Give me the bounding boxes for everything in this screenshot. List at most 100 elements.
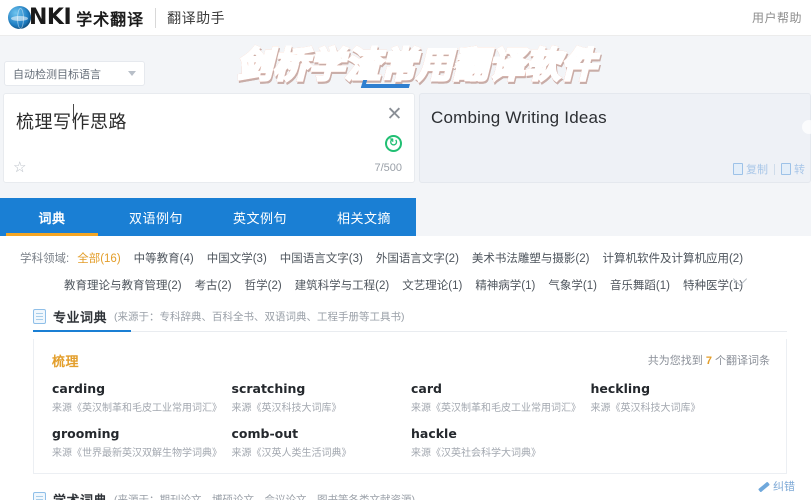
dictionary-entry-grid: carding 来源《英汉制革和毛皮工业常用词汇》 scratching 来源《…: [52, 381, 770, 459]
tab-bilingual-examples[interactable]: 双语例句: [104, 198, 208, 236]
section-active-underline: [33, 330, 131, 332]
subject-chip-computer-software[interactable]: 计算机软件及计算机应用(2): [602, 250, 743, 266]
dictionary-entry[interactable]: heckling 来源《英汉科技大词库》: [591, 381, 771, 414]
export-label: 转: [794, 164, 805, 176]
subject-filter-row-2: 教育理论与教育管理(2) 考古(2) 哲学(2) 建筑科学与工程(2) 文艺理论…: [20, 277, 791, 293]
subject-chip-secondary-education[interactable]: 中等教育(4): [134, 250, 194, 266]
academic-dictionary-title: 学术词典: [53, 490, 107, 500]
pencil-icon: [758, 481, 769, 492]
entry-source: 来源《汉英社会科学大词典》: [411, 448, 541, 459]
logo-wordmark: NKI: [29, 4, 72, 30]
entry-source: 来源《汉英人类生活词典》: [231, 448, 352, 459]
brand-logo[interactable]: NKI 学术翻译: [0, 6, 144, 30]
export-button[interactable]: 转: [781, 161, 805, 177]
char-counter: 7/500: [374, 162, 402, 174]
subject-chip-literary-theory[interactable]: 文艺理论(1): [402, 277, 462, 293]
subject-chip-fine-arts[interactable]: 美术书法雕塑与摄影(2): [472, 250, 590, 266]
subject-chip-psychiatry[interactable]: 精神病学(1): [475, 277, 535, 293]
entry-term: carding: [52, 381, 106, 396]
result-count-number: 7: [705, 355, 712, 367]
dictionary-entry[interactable]: card 来源《英汉制革和毛皮工业常用词汇》: [411, 381, 591, 414]
tab-dictionary[interactable]: 词典: [0, 198, 104, 236]
target-actions: 复制 转: [733, 161, 805, 177]
text-cursor: [73, 104, 74, 123]
app-header: NKI 学术翻译 翻译助手 用户帮助: [0, 0, 811, 36]
dictionary-entry[interactable]: hackle 来源《汉英社会科学大词典》: [411, 426, 591, 459]
entry-term: scratching: [231, 381, 306, 396]
entry-term: grooming: [52, 426, 120, 441]
book-icon: [33, 309, 46, 324]
entry-source: 来源《英汉科技大词库》: [231, 403, 342, 414]
promo-title: 剑桥学渣常用翻译软件: [208, 33, 626, 91]
language-select[interactable]: 自动检测目标语言: [4, 61, 145, 86]
subject-chip-education-theory[interactable]: 教育理论与教育管理(2): [64, 277, 182, 293]
dictionary-entry[interactable]: scratching 来源《英汉科技大词库》: [232, 381, 412, 414]
subject-chip-architecture[interactable]: 建筑科学与工程(2): [295, 277, 390, 293]
professional-dictionary-header: 专业词典 (来源于：专科辞典、百科全书、双语词典、工程手册等工具书): [0, 304, 811, 332]
subject-chip-philosophy[interactable]: 哲学(2): [245, 277, 282, 293]
copy-label: 复制: [746, 164, 768, 176]
entry-source: 来源《英汉制革和毛皮工业常用词汇》: [52, 403, 222, 414]
subject-filters: 学科领域: 全部(16) 中等教育(4) 中国文学(3) 中国语言文字(3) 外…: [0, 236, 811, 293]
subject-chip-chinese-literature[interactable]: 中国文学(3): [207, 250, 267, 266]
user-help-link[interactable]: 用户帮助: [752, 9, 811, 26]
professional-dictionary-subtitle: (来源于：专科辞典、百科全书、双语词典、工程手册等工具书): [114, 311, 405, 323]
tab-english-examples[interactable]: 英文例句: [208, 198, 312, 236]
promo-title-text: 剑桥学渣常用翻译软件: [235, 37, 597, 88]
entry-source: 来源《世界最新英汉双解生物学词典》: [52, 448, 222, 459]
target-text-box: Combing Writing Ideas 复制 转: [419, 93, 811, 183]
subject-chip-all[interactable]: 全部(16): [77, 250, 120, 266]
refresh-icon[interactable]: ↻: [385, 135, 402, 152]
result-count-prefix: 共为您找到: [647, 355, 703, 367]
edge-circle-decoration: [802, 120, 811, 134]
professional-dictionary-title: 专业词典: [53, 310, 108, 325]
entry-source: 来源《英汉科技大词库》: [590, 403, 701, 414]
target-text-value: Combing Writing Ideas: [431, 108, 607, 127]
results-panel: 学科领域: 全部(16) 中等教育(4) 中国文学(3) 中国语言文字(3) 外…: [0, 236, 811, 500]
chevron-down-icon: [128, 71, 136, 76]
translation-assistant-label[interactable]: 翻译助手: [167, 8, 225, 28]
copy-button[interactable]: 复制: [733, 161, 768, 177]
entry-term: comb-out: [231, 426, 299, 441]
app-root: NKI 学术翻译 翻译助手 用户帮助 剑桥学渣常用翻译软件 自动检测目标语言 梳…: [0, 0, 811, 500]
subject-chip-music-dance[interactable]: 音乐舞蹈(1): [610, 277, 670, 293]
report-error-label: 纠错: [773, 481, 795, 493]
entry-term: hackle: [411, 426, 457, 441]
tab-related-abstracts[interactable]: 相关文摘: [312, 198, 416, 236]
subject-filter-label: 学科领域:: [20, 253, 70, 265]
language-select-value: 自动检测目标语言: [13, 68, 101, 81]
subject-chip-archaeology[interactable]: 考古(2): [195, 277, 232, 293]
copy-icon: [733, 163, 743, 175]
result-tabs: 词典 双语例句 英文例句 相关文摘: [0, 198, 416, 236]
result-count: 共为您找到 7 个翻译词条: [648, 352, 770, 368]
dictionary-entry[interactable]: carding 来源《英汉制革和毛皮工业常用词汇》: [52, 381, 232, 414]
tabs-filler: [416, 198, 811, 236]
brand-name-label: 学术翻译: [76, 11, 145, 29]
dictionary-entry[interactable]: grooming 来源《世界最新英汉双解生物学词典》: [52, 426, 232, 459]
export-icon: [781, 163, 791, 175]
header-divider: [155, 7, 157, 28]
entry-source: 来源《英汉制革和毛皮工业常用词汇》: [411, 403, 581, 414]
dictionary-results: 梳理 共为您找到 7 个翻译词条 carding 来源《英汉制革和毛皮工业常用词…: [33, 339, 787, 474]
source-text-box[interactable]: 梳理写作思路 ✕ ↻ ☆ 7/500: [3, 93, 415, 183]
report-error-button[interactable]: 纠错: [758, 478, 795, 494]
subject-chip-chinese-language[interactable]: 中国语言文字(3): [280, 250, 363, 266]
dictionary-entry[interactable]: comb-out 来源《汉英人类生活词典》: [232, 426, 412, 459]
academic-dictionary-header: 学术词典 (来源于：期刊论文、博硕论文、会议论文、图书等各类文献资源): [0, 487, 811, 500]
close-icon[interactable]: ✕: [386, 105, 403, 124]
subject-chip-foreign-language[interactable]: 外国语言文字(2): [376, 250, 459, 266]
globe-icon: [8, 6, 31, 29]
entry-term: card: [411, 381, 442, 396]
result-count-suffix: 个翻译词条: [715, 355, 770, 367]
star-icon[interactable]: ☆: [13, 160, 26, 175]
academic-dictionary-subtitle: (来源于：期刊论文、博硕论文、会议论文、图书等各类文献资源): [114, 494, 416, 500]
action-divider: [774, 163, 775, 175]
source-text-value: 梳理写作思路: [16, 112, 127, 132]
promo-underline-mark: [360, 80, 412, 88]
entry-term: heckling: [590, 381, 651, 396]
subject-chip-meteorology[interactable]: 气象学(1): [548, 277, 597, 293]
subject-filter-row-1: 学科领域: 全部(16) 中等教育(4) 中国文学(3) 中国语言文字(3) 外…: [20, 250, 791, 266]
section-divider: [33, 331, 787, 332]
expand-filters-chevron-icon[interactable]: [735, 274, 749, 283]
document-icon: [33, 492, 46, 500]
